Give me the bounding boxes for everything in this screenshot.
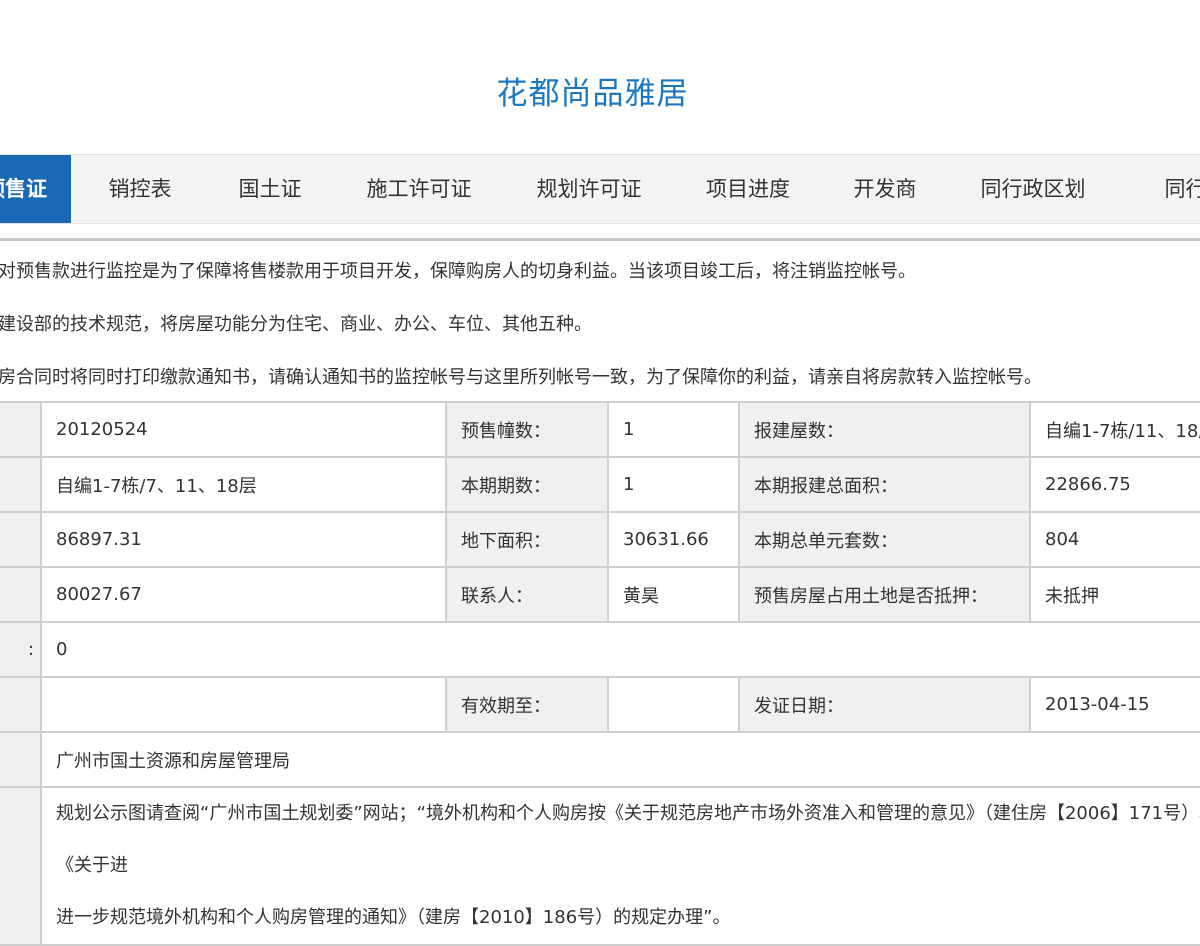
cell-value: 1 [607, 401, 740, 458]
cell-label: 本期期数： [445, 456, 609, 513]
cell-value: 22866.75 [1029, 456, 1200, 513]
row-label [0, 566, 42, 623]
table-row: 86897.31 地下面积： 30631.66 本期总单元套数： 804 [0, 511, 1200, 568]
cell-value: 30631.66 [607, 511, 740, 568]
tab-project-progress[interactable]: 项目进度 [690, 155, 806, 223]
cell-value: 自编1-7栋/11、18层 [1029, 401, 1200, 458]
cell-value: 2013-04-15 [1029, 676, 1200, 733]
table-row: : 0 [0, 621, 1200, 678]
cell-label: 地下面积： [445, 511, 609, 568]
tab-construction-permit[interactable]: 施工许可证 [350, 155, 488, 223]
cell-label: 发证日期： [738, 676, 1031, 733]
notice-item: 对预售款进行监控是为了保障将售楼款用于项目开发，保障购房人的切身利益。当该项目竣… [0, 261, 916, 282]
cell-value: 804 [1029, 511, 1200, 568]
presale-info-table: 20120524 预售幢数： 1 报建屋数： 自编1-7栋/11、18层 自编1… [0, 401, 1200, 946]
cell-label: 本期报建总面积： [738, 456, 1031, 513]
cell-value: 自编1-7栋/7、11、18层 [40, 456, 447, 513]
cell-label: 预售房屋占用土地是否抵押： [738, 566, 1031, 623]
row-label: : [0, 621, 42, 678]
table-row: 80027.67 联系人： 黄昊 预售房屋占用土地是否抵押： 未抵押 [0, 566, 1200, 623]
cell-value: 黄昊 [607, 566, 740, 623]
row-label [0, 456, 42, 513]
cell-value [40, 676, 447, 733]
tab-bar: 预售证 销控表 国土证 施工许可证 规划许可证 项目进度 开发商 同行政区划 同… [0, 154, 1200, 224]
tab-presale-cert[interactable]: 预售证 [0, 155, 71, 223]
cell-value [607, 676, 740, 733]
cell-value: 86897.31 [40, 511, 447, 568]
row-label [0, 786, 42, 946]
row-label [0, 401, 42, 458]
cell-label: 联系人： [445, 566, 609, 623]
page-title: 花都尚品雅居 [496, 76, 689, 112]
cell-value: 0 [40, 621, 1200, 678]
tab-same-admin[interactable]: 同行政 [1136, 155, 1200, 223]
table-row: 20120524 预售幢数： 1 报建屋数： 自编1-7栋/11、18层 [0, 401, 1200, 458]
table-row: 自编1-7栋/7、11、18层 本期期数： 1 本期报建总面积： 22866.7… [0, 456, 1200, 513]
tab-land-cert[interactable]: 国土证 [212, 155, 328, 223]
cell-label: 有效期至： [445, 676, 609, 733]
cell-label: 本期总单元套数： [738, 511, 1031, 568]
cell-label: 报建屋数： [738, 401, 1031, 458]
cell-value: 1 [607, 456, 740, 513]
row-label [0, 731, 42, 788]
table-row: 规划公示图请查阅“广州市国土规划委”网站；“境外机构和个人购房按《关于规范房地产… [0, 786, 1200, 946]
tab-same-district[interactable]: 同行政区划 [968, 155, 1098, 223]
cell-value: 20120524 [40, 401, 447, 458]
table-row: 广州市国土资源和房屋管理局 [0, 731, 1200, 788]
cell-value: 未抵押 [1029, 566, 1200, 623]
remark-cell: 规划公示图请查阅“广州市国土规划委”网站；“境外机构和个人购房按《关于规范房地产… [40, 786, 1200, 946]
tab-sales-control[interactable]: 销控表 [86, 155, 194, 223]
row-label [0, 511, 42, 568]
row-label [0, 676, 42, 733]
table-row: 有效期至： 发证日期： 2013-04-15 [0, 676, 1200, 733]
notice-item: 建设部的技术规范，将房屋功能分为住宅、商业、办公、车位、其他五种。 [0, 314, 592, 335]
remark-line: 规划公示图请查阅“广州市国土规划委”网站；“境外机构和个人购房按《关于规范房地产… [56, 803, 1200, 876]
tab-developer[interactable]: 开发商 [837, 155, 933, 223]
section-divider [0, 238, 1200, 241]
cell-value: 80027.67 [40, 566, 447, 623]
cell-value: 广州市国土资源和房屋管理局 [40, 731, 1200, 788]
tab-planning-permit[interactable]: 规划许可证 [520, 155, 658, 223]
notice-list: 对预售款进行监控是为了保障将售楼款用于项目开发，保障购房人的切身利益。当该项目竣… [0, 255, 1200, 414]
cell-label: 预售幢数： [445, 401, 609, 458]
